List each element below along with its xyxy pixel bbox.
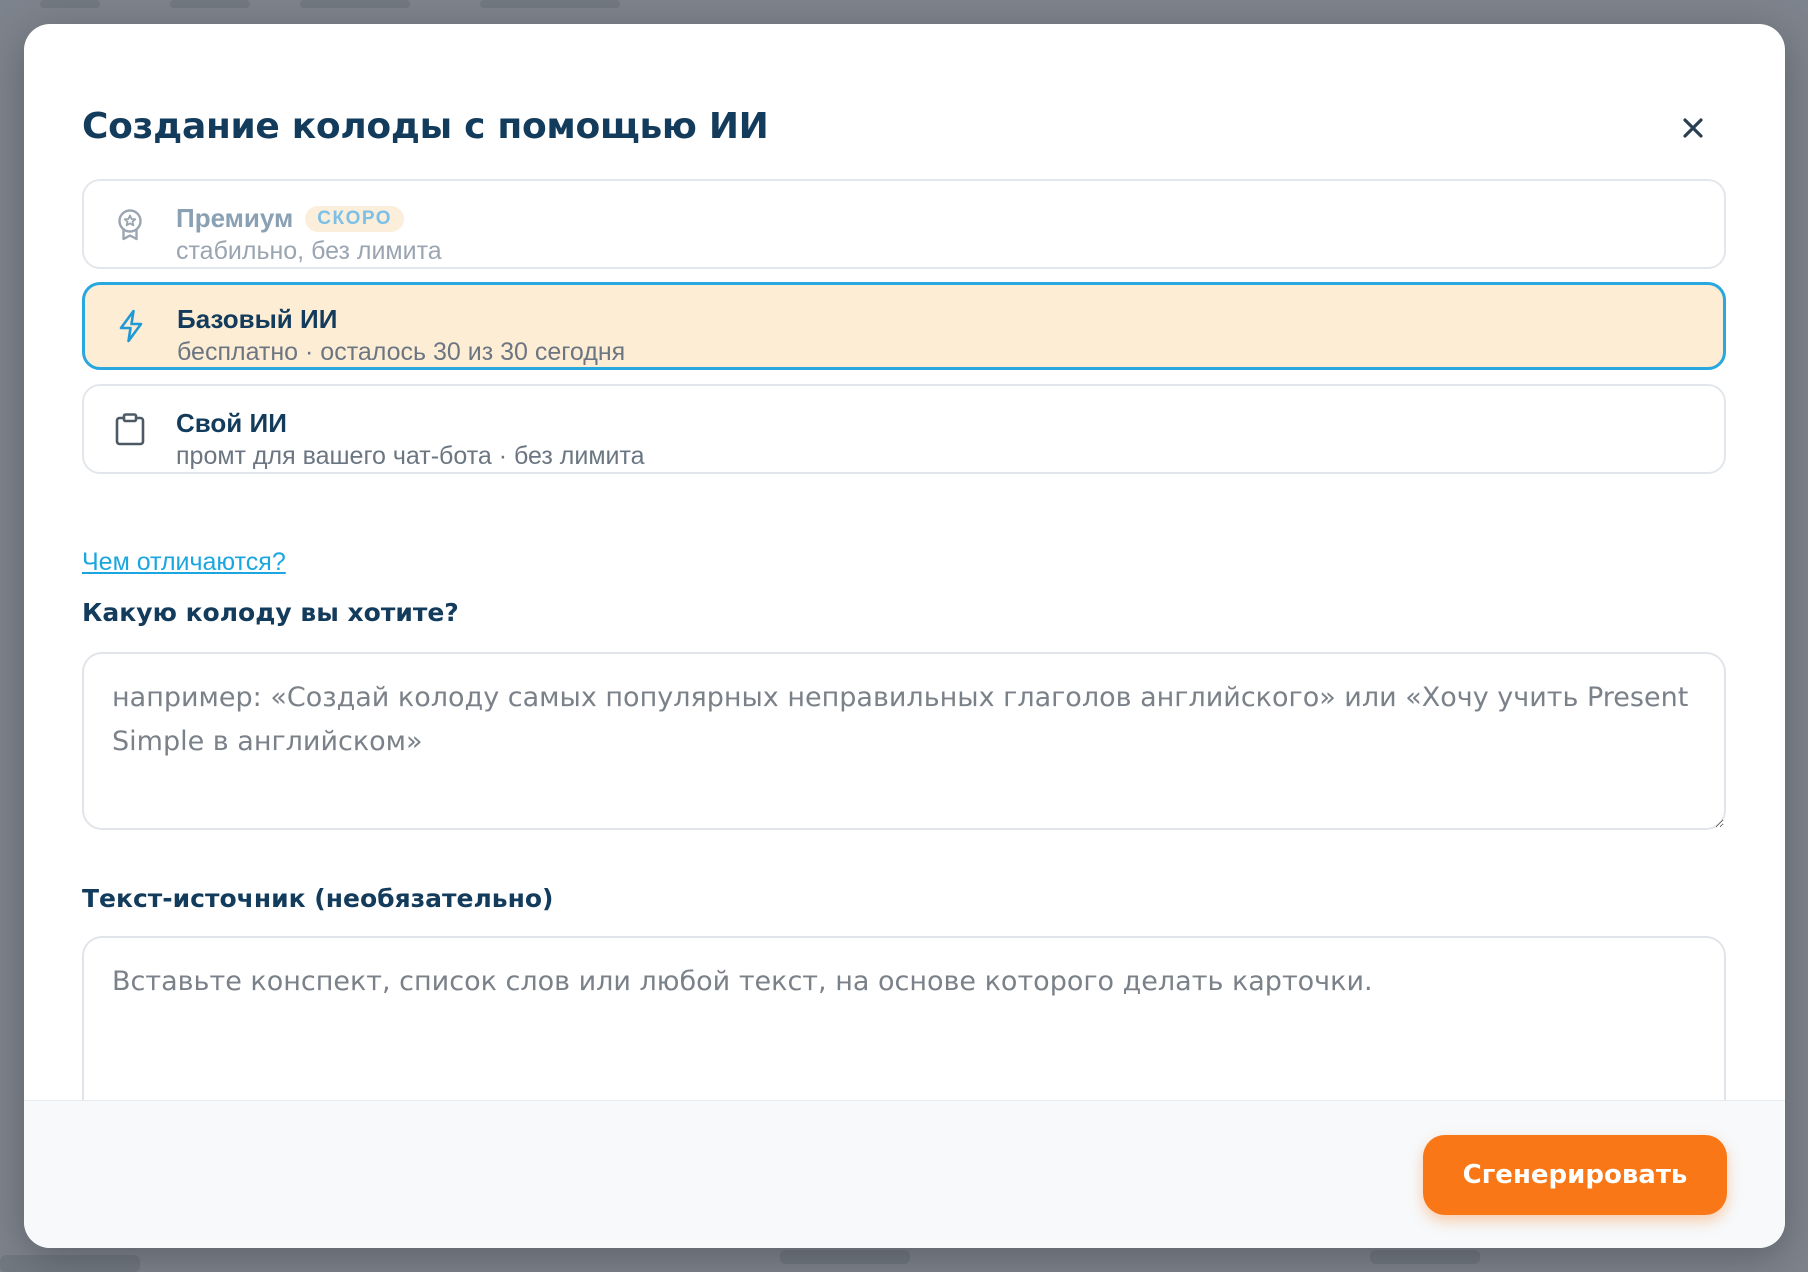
backdrop-blur-item [480,0,620,8]
source-text-input[interactable] [82,936,1726,1126]
option-title: Базовый ИИ [177,304,338,334]
ai-deck-modal: Создание колоды с помощью ИИ Премиум СКОР… [24,24,1785,1248]
lightning-icon [119,309,143,343]
modal-footer: Сгенерировать [24,1100,1785,1248]
backdrop-blur-item [170,0,250,8]
modal-header: Создание колоды с помощью ИИ [82,76,1727,180]
source-field-label: Текст-источник (необязательно) [82,884,554,913]
option-own-ai[interactable]: Свой ИИ промт для вашего чат-бота · без … [82,384,1726,474]
soon-badge: СКОРО [305,206,405,232]
backdrop-blur-item [780,1250,910,1264]
close-icon [1683,118,1703,138]
option-subtitle: стабильно, без лимита [176,237,442,265]
option-title: Свой ИИ [176,408,287,438]
backdrop-blur-item [0,1255,140,1272]
option-subtitle: промт для вашего чат-бота · без лимита [176,442,645,470]
modal-title: Создание колоды с помощью ИИ [82,106,769,147]
deck-field-label: Какую колоду вы хотите? [82,598,459,627]
option-title: Премиум СКОРО [176,203,405,234]
option-subtitle: бесплатно · осталось 30 из 30 сегодня [177,338,626,366]
backdrop-blur-item [40,0,100,8]
award-icon [118,209,142,241]
difference-help-link[interactable]: Чем отличаются? [82,548,286,577]
option-premium[interactable]: Премиум СКОРО стабильно, без лимита [82,179,1726,269]
option-title-text: Премиум [176,203,294,233]
clipboard-icon [115,413,145,446]
generate-button[interactable]: Сгенерировать [1423,1135,1727,1215]
option-basic-ai[interactable]: Базовый ИИ бесплатно · осталось 30 из 30… [82,282,1726,370]
deck-request-input[interactable] [82,652,1726,830]
backdrop-blur-item [300,0,410,8]
backdrop-blur-item [1370,1250,1480,1264]
close-button[interactable] [1669,104,1717,152]
